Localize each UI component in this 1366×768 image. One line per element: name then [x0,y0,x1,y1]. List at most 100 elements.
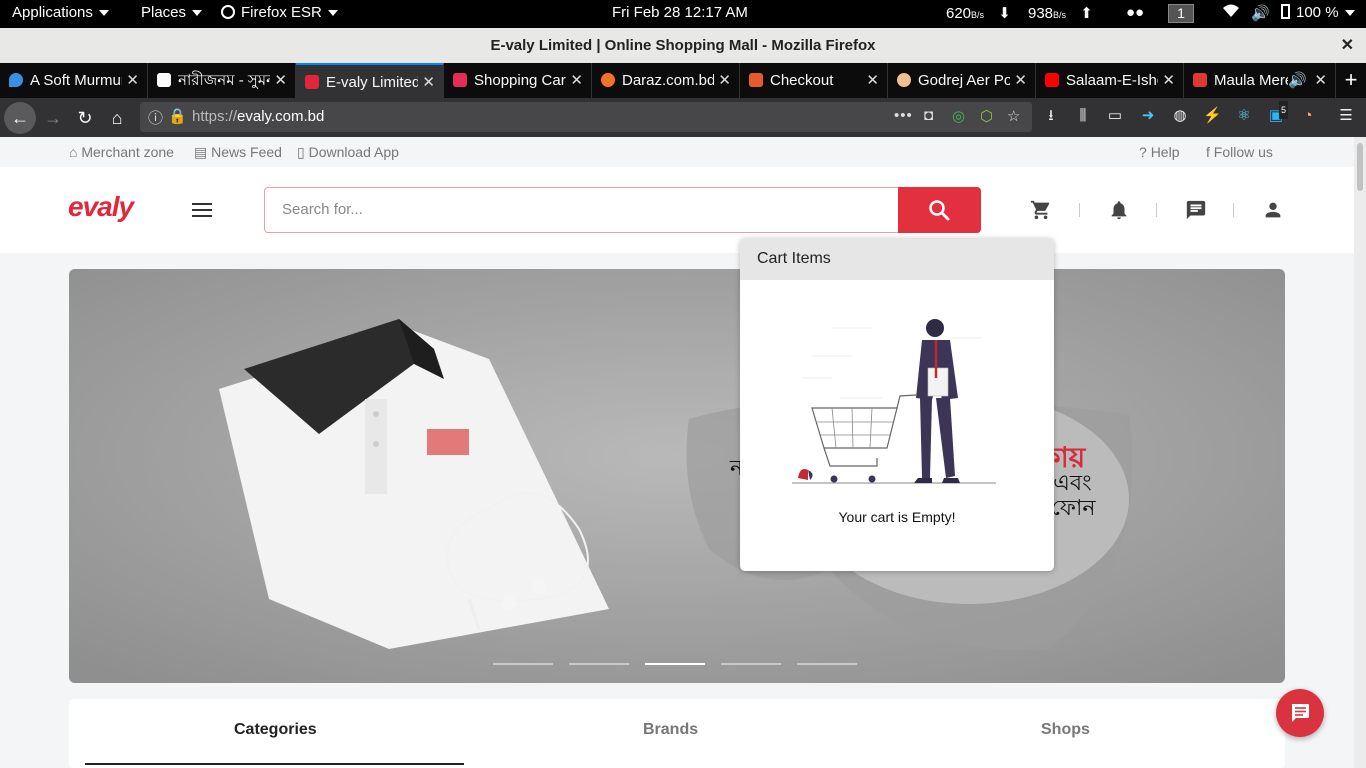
help-link[interactable]: ? Help [1139,144,1179,160]
back-button[interactable]: ← [4,102,36,134]
hamburger-menu-icon[interactable]: ☰ [1337,107,1355,125]
webpage: ⌂ Merchant zone ▤ News Feed ▯ Download A… [0,137,1354,768]
tab-checkout[interactable]: Checkout ✕ [740,63,888,98]
arrow-down-icon: ⬇ [998,5,1011,22]
tab-categories[interactable]: Categories [234,721,317,739]
forward-button[interactable]: → [41,106,65,130]
downloads-icon[interactable]: ⭳ [1042,107,1060,125]
page-actions-icon[interactable]: ••• [894,107,913,124]
help-icon: ? [1139,144,1147,160]
url-bar[interactable]: ⓘ 🔒 https://evaly.com.bd ••• ◘ ◎ ⬡ ☆ [140,102,1032,132]
merchant-zone-link[interactable]: ⌂ Merchant zone [69,144,174,160]
tab-shops[interactable]: Shops [1041,721,1090,739]
globe-icon[interactable]: ◍ [1171,107,1189,125]
tab-brands[interactable]: Brands [643,721,698,739]
close-tab-icon[interactable]: ✕ [570,63,583,98]
close-tab-icon[interactable]: ✕ [718,63,731,98]
search-button[interactable] [898,187,981,233]
tab-godrej[interactable]: Godrej Aer Pocket✕ [888,63,1036,98]
hero-banner-slider[interactable]: ন কায় র্ট এবং ফোন [69,269,1285,683]
extension-ring-icon[interactable]: ◔ [1299,107,1317,125]
lock-icon[interactable]: 🔒 [168,107,187,125]
logo-rest: valy [82,191,134,222]
close-tab-icon[interactable]: ✕ [1162,63,1175,98]
user-icon[interactable] [1262,199,1284,221]
chat-button[interactable] [1276,689,1324,737]
battery-label: 100 % [1296,4,1339,21]
info-icon[interactable]: ⓘ [148,107,163,128]
net-down-value: 620 [946,5,972,22]
slider-dot[interactable] [493,663,553,665]
close-tab-icon[interactable]: ✕ [422,65,435,98]
slider-dot[interactable] [797,663,857,665]
tab-shopping-cart[interactable]: Shopping Cart ✕ [444,63,592,98]
close-tab-icon[interactable]: ✕ [1314,63,1327,98]
volume-icon[interactable]: 🔊 [1251,4,1270,22]
youtube-icon [1045,73,1059,87]
tab-daraz[interactable]: Daraz.com.bd ✕ [592,63,740,98]
battery-indicator[interactable]: 100 % [1281,4,1355,21]
banner-image [69,269,1285,683]
sidebar-icon[interactable]: ▭ [1106,107,1124,125]
active-tab-underline [85,763,464,765]
applications-menu[interactable]: Applications [12,4,109,21]
close-window-icon[interactable]: ✕ [1341,28,1354,63]
new-tab-button[interactable]: + [1336,63,1366,98]
evaly-logo[interactable]: evaly [68,191,134,223]
extension-hex-icon[interactable]: ⬡ [980,107,993,125]
clock[interactable]: Fri Feb 28 12:17 AM [612,4,748,21]
tab-label: Daraz.com.bd [622,72,714,89]
places-menu[interactable]: Places [141,4,203,21]
extension-badge-icon[interactable]: ▣ 5 [1267,101,1289,125]
download-app-label: Download App [308,144,399,160]
logo-e: e [68,191,84,222]
tab-narijonom[interactable]: নারীজনম - সুমন দ✕ [148,63,296,98]
tab-a-soft-murmur[interactable]: A Soft Murmur ✕ [0,63,148,98]
extension-bolt-icon[interactable]: ⚡ [1203,107,1222,125]
extension-circle-icon[interactable]: ◎ [952,107,965,125]
people-icon[interactable]: ●● [1126,4,1144,21]
workspace-indicator[interactable]: 1 [1168,4,1194,23]
phone-icon: ▯ [297,144,305,160]
menu-icon[interactable] [192,203,212,217]
close-tab-icon[interactable]: ✕ [866,63,879,98]
tab-label: Checkout [770,72,834,89]
wifi-icon[interactable] [1223,4,1239,22]
tab-label: নারীজনম - সুমন দ [178,72,270,89]
tab-label: Godrej Aer Pocket [918,72,1010,89]
reload-button[interactable]: ↻ [73,106,97,130]
tab-evaly[interactable]: E-valy Limited ✕ [296,63,444,98]
cart-icon[interactable] [1030,199,1052,221]
close-tab-icon[interactable]: ✕ [1014,63,1027,98]
top-links-strip: ⌂ Merchant zone ▤ News Feed ▯ Download A… [0,137,1354,167]
speaker-icon[interactable]: 🔊 [1288,63,1307,98]
library-icon[interactable]: ⫼ [1074,107,1092,125]
tab-label: Maula Mere [1214,72,1288,89]
pocket-icon[interactable]: ◘ [924,107,933,124]
home-button[interactable]: ⌂ [105,106,129,130]
url-text[interactable]: https://evaly.com.bd [192,108,324,125]
news-feed-link[interactable]: ▤ News Feed [194,144,282,161]
window-titlebar: E-valy Limited | Online Shopping Mall - … [0,28,1366,63]
slider-dot[interactable] [645,663,705,665]
facebook-icon: f [1206,144,1210,160]
slider-dot[interactable] [721,663,781,665]
react-devtools-icon[interactable]: ⚛ [1235,107,1253,125]
tab-salaam-e-ishq[interactable]: Salaam-E-Ishq ✕ [1036,63,1184,98]
extension-arrow-icon[interactable]: ➜ [1139,107,1157,125]
close-tab-icon[interactable]: ✕ [274,63,287,98]
slider-dot[interactable] [569,663,629,665]
bell-icon[interactable] [1108,199,1130,221]
bookmark-star-icon[interactable]: ☆ [1007,107,1020,125]
message-icon[interactable] [1185,199,1207,221]
download-app-link[interactable]: ▯ Download App [297,144,399,161]
firefox-app-menu[interactable]: Firefox ESR [221,4,338,21]
page-scrollbar[interactable] [1354,137,1366,768]
tab-maula-mere[interactable]: Maula Mere 🔊 ✕ [1184,63,1336,98]
search-input[interactable]: Search for... [264,187,898,233]
close-tab-icon[interactable]: ✕ [126,63,139,98]
follow-us-link[interactable]: f Follow us [1206,144,1273,160]
net-up-unit: B/s [1053,10,1067,20]
scrollbar-thumb[interactable] [1357,143,1363,191]
firefox-label: Firefox ESR [241,4,322,21]
